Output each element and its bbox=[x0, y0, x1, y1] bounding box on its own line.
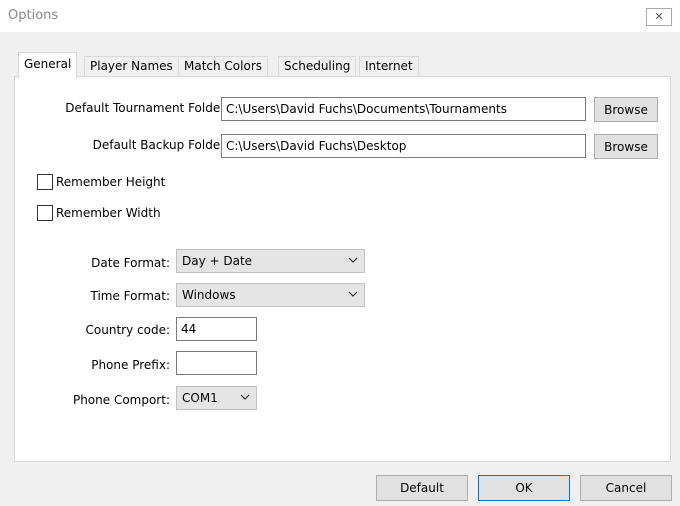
title-bar[interactable]: Options ✕ bbox=[0, 0, 680, 32]
browse-tournament-folder-button[interactable]: Browse bbox=[594, 97, 658, 122]
chevron-down-icon bbox=[348, 291, 358, 297]
backup-folder-field[interactable]: C:\Users\David Fuchs\Desktop bbox=[221, 134, 586, 158]
window-title: Options bbox=[8, 8, 59, 23]
tab-scheduling[interactable]: Scheduling bbox=[278, 56, 357, 77]
general-tab-panel: Default Tournament Folder: C:\Users\Davi… bbox=[14, 76, 671, 462]
tab-player-names[interactable]: Player Names bbox=[84, 56, 179, 77]
tournament-folder-label: Default Tournament Folder: bbox=[65, 101, 229, 115]
tab-internet[interactable]: Internet bbox=[359, 56, 419, 77]
tab-match-colors[interactable]: Match Colors bbox=[178, 56, 269, 77]
remember-width-label: Remember Width bbox=[56, 206, 161, 220]
default-button[interactable]: Default bbox=[376, 475, 468, 501]
close-icon: ✕ bbox=[654, 11, 664, 23]
remember-height-checkbox[interactable] bbox=[37, 174, 53, 190]
date-format-select[interactable]: Day + Date bbox=[176, 249, 365, 273]
cancel-button[interactable]: Cancel bbox=[580, 475, 672, 501]
phone-comport-label: Phone Comport: bbox=[72, 393, 170, 407]
ok-button[interactable]: OK bbox=[478, 475, 570, 501]
tournament-folder-field[interactable]: C:\Users\David Fuchs\Documents\Tournamen… bbox=[221, 97, 586, 121]
country-code-field[interactable]: 44 bbox=[176, 317, 257, 341]
phone-prefix-label: Phone Prefix: bbox=[91, 358, 170, 372]
tab-general[interactable]: General bbox=[18, 52, 78, 78]
time-format-select[interactable]: Windows bbox=[176, 283, 365, 307]
phone-prefix-field[interactable] bbox=[176, 351, 257, 375]
chevron-down-icon bbox=[240, 394, 250, 400]
country-code-label: Country code: bbox=[85, 323, 170, 337]
options-dialog: Options ✕ General Player Names Match Col… bbox=[0, 0, 680, 506]
remember-width-checkbox[interactable] bbox=[37, 205, 53, 221]
phone-comport-value: COM1 bbox=[182, 391, 218, 405]
date-format-label: Date Format: bbox=[91, 256, 170, 270]
browse-backup-folder-button[interactable]: Browse bbox=[594, 134, 658, 159]
time-format-value: Windows bbox=[182, 288, 236, 302]
close-button[interactable]: ✕ bbox=[646, 8, 672, 26]
chevron-down-icon bbox=[348, 257, 358, 263]
date-format-value: Day + Date bbox=[182, 254, 253, 268]
phone-comport-select[interactable]: COM1 bbox=[176, 386, 257, 410]
time-format-label: Time Format: bbox=[90, 289, 170, 303]
remember-height-label: Remember Height bbox=[56, 175, 166, 189]
backup-folder-label: Default Backup Folder: bbox=[92, 138, 229, 152]
